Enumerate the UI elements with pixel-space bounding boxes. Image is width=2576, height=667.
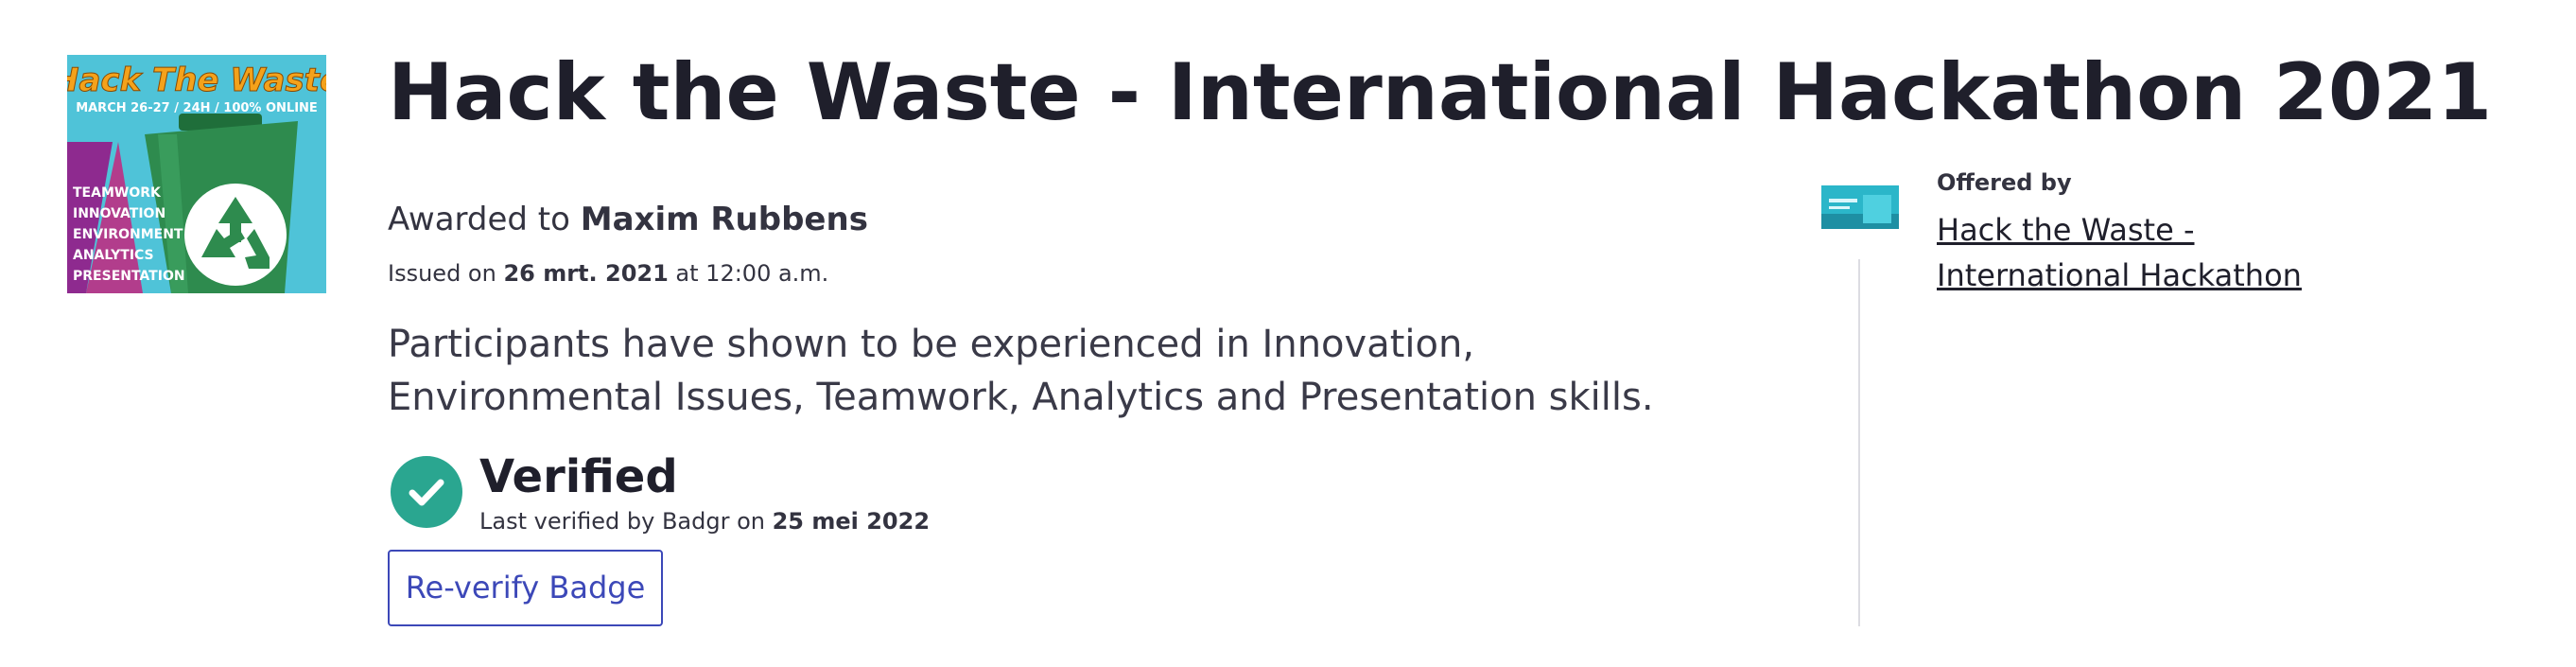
badge-description: Participants have shown to be experience… (388, 323, 1654, 419)
badge-artwork-title: Hack The Waste (67, 61, 326, 99)
issued-date: 26 mrt. 2021 (503, 260, 669, 287)
issuer-logo-image (1821, 185, 1899, 229)
awarded-to: Awarded to Maxim Rubbens (388, 199, 1806, 240)
badge-image: Hack The Waste MARCH 26-27 / 24H / 100% … (67, 55, 326, 293)
verified-label: Verified (479, 450, 678, 503)
badge-artwork-skill: ENVIRONMENT (73, 227, 183, 242)
badge-page: Hack The Waste MARCH 26-27 / 24H / 100% … (0, 0, 2576, 667)
badge-artwork-skill: TEAMWORK (73, 185, 162, 201)
badge-details: Hack the Waste - International Hackathon… (388, 36, 2493, 543)
awarded-prefix: Awarded to (388, 201, 581, 238)
offered-by-label: Offered by (1937, 169, 2072, 196)
reverify-badge-button[interactable]: Re-verify Badge (388, 550, 663, 626)
badge-title: Hack the Waste - International Hackathon… (388, 46, 2493, 138)
issuer-link[interactable]: Hack the Waste - International Hackathon (1937, 207, 2334, 298)
recipient-name: Maxim Rubbens (580, 201, 868, 238)
issued-time: at 12:00 a.m. (668, 260, 829, 287)
badge-artwork-skill: PRESENTATION (73, 269, 185, 284)
badge-artwork-subtitle: MARCH 26-27 / 24H / 100% ONLINE (76, 101, 318, 115)
panel-divider (1858, 259, 1860, 626)
last-verified-date: 25 mei 2022 (772, 508, 931, 535)
badge-artwork-skill: INNOVATION (73, 206, 165, 221)
badge-artwork: Hack The Waste MARCH 26-27 / 24H / 100% … (67, 55, 326, 293)
last-verified-prefix: Last verified by Badgr on (479, 508, 773, 535)
last-verified: Last verified by Badgr on 25 mei 2022 (479, 505, 930, 537)
check-circle-icon (391, 456, 462, 528)
issued-prefix: Issued on (388, 260, 504, 287)
verification-status: Verified Last verified by Badgr on 25 me… (388, 448, 1806, 543)
issued-on: Issued on 26 mrt. 2021 at 12:00 a.m. (388, 258, 1806, 289)
issuer-logo[interactable] (1821, 185, 1899, 229)
badge-artwork-skill: ANALYTICS (73, 248, 154, 263)
